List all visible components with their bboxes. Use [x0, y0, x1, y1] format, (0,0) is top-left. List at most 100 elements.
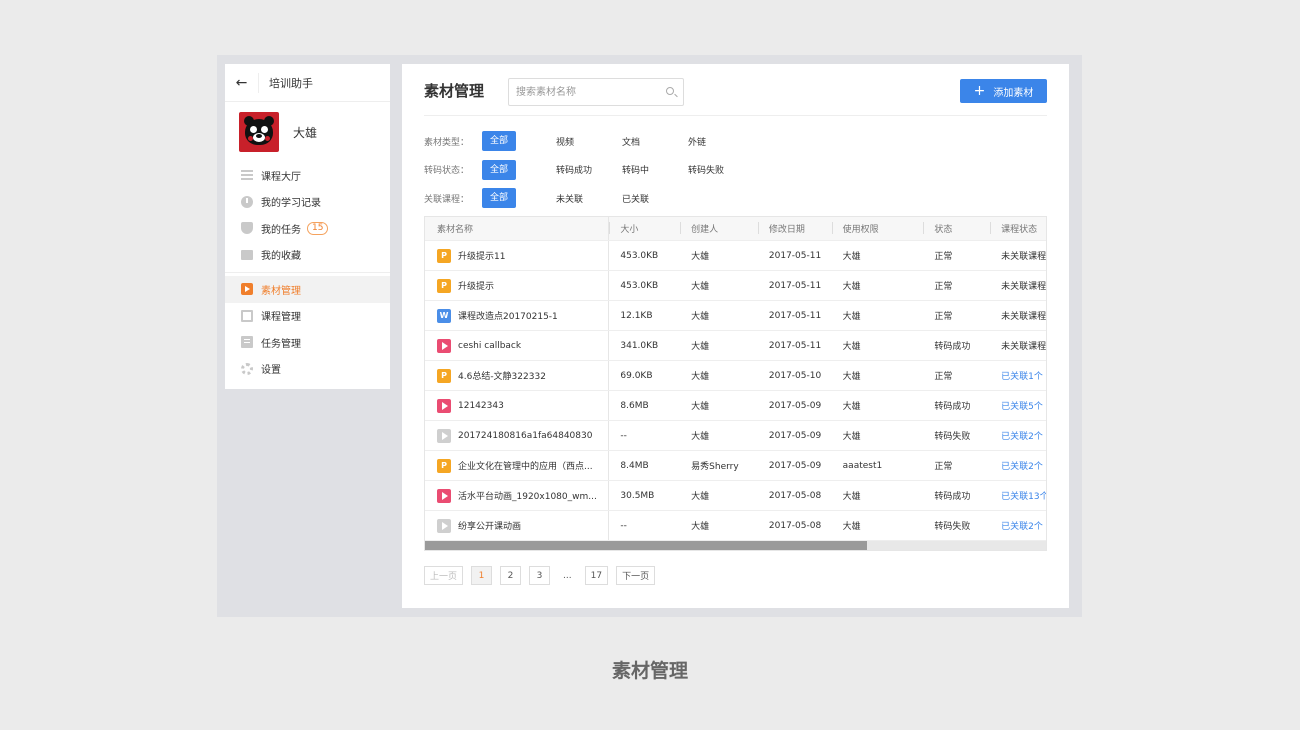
arrow-left-icon[interactable]: ←: [225, 72, 259, 93]
sidebar-item-my-tasks[interactable]: 我的任务 15: [225, 215, 390, 242]
cell-creator: 大雄: [691, 432, 710, 442]
column-header-course-status[interactable]: 课程状态: [990, 222, 1046, 235]
cell-creator: 大雄: [691, 492, 710, 502]
table-row[interactable]: 活水平台动画_1920x1080_wm... 30.5MB 大雄 2017-05-08…: [425, 481, 1046, 511]
cell-status: 转码失败: [934, 522, 971, 532]
table-body: P 升级提示11 453.0KB 大雄 2017-05-11 大雄 正常 未关联课程 P 升级提示…: [425, 241, 1046, 541]
filter-option[interactable]: 文档: [622, 135, 688, 148]
page-button[interactable]: 2: [500, 566, 522, 585]
filter-option[interactable]: 全部: [482, 159, 516, 180]
cell-course-status[interactable]: 已关联13个: [990, 489, 1046, 502]
divider: [225, 272, 390, 273]
table-row[interactable]: P 升级提示 453.0KB 大雄 2017-05-11 大雄 正常 未关联课程: [425, 271, 1046, 301]
ppt-file-icon: P: [437, 248, 451, 263]
table-row[interactable]: P 企业文化在管理中的应用（西点... 8.4MB 易秀Sherry 2017-05-0…: [425, 451, 1046, 481]
cell-date: 2017-05-11: [768, 250, 822, 261]
filter-option[interactable]: 全部: [482, 131, 516, 152]
sidebar-item-materials[interactable]: 素材管理: [225, 276, 390, 303]
folder-icon: [241, 249, 253, 260]
material-name-link[interactable]: 课程改造点20170215-1: [458, 309, 558, 322]
horizontal-scrollbar[interactable]: [425, 541, 1046, 550]
search-input[interactable]: [509, 79, 657, 105]
cell-size: 30.5MB: [620, 490, 655, 501]
filter-option[interactable]: 转码失败: [688, 163, 754, 176]
column-header-date[interactable]: 修改日期: [757, 222, 832, 235]
table-row[interactable]: 12142343 8.6MB 大雄 2017-05-09 大雄 转码成功 已关联5个: [425, 391, 1046, 421]
filter-option[interactable]: 未关联: [556, 192, 622, 205]
page-button[interactable]: 1: [471, 566, 493, 585]
sidebar-item-label: 我的学习记录: [261, 198, 321, 210]
material-name-link[interactable]: 升级提示11: [458, 249, 505, 262]
filter-option[interactable]: 外链: [688, 135, 754, 148]
sidebar-item-label: 设置: [261, 365, 281, 377]
cell-course-status: 未关联课程: [1001, 282, 1046, 292]
user-profile: 大雄: [225, 102, 390, 162]
filter-option[interactable]: 已关联: [622, 192, 688, 205]
material-name-link[interactable]: 12142343: [458, 401, 504, 411]
material-name-link[interactable]: 纷享公开课动画: [458, 519, 521, 532]
cell-date: 2017-05-08: [768, 520, 822, 531]
cell-course-status[interactable]: 已关联1个: [990, 369, 1046, 382]
column-header-name[interactable]: 素材名称: [425, 217, 610, 240]
sidebar-item-settings[interactable]: 设置: [225, 356, 390, 383]
material-name-link[interactable]: 升级提示: [458, 279, 494, 292]
cell-course-status[interactable]: 已关联2个: [990, 429, 1046, 442]
add-material-button[interactable]: + 添加素材: [960, 79, 1047, 103]
sidebar-item-course-hall[interactable]: 课程大厅: [225, 162, 390, 189]
sidebar: ← 培训助手 大雄 课程大厅 我的学习记录 我的任务 15 我的收藏 素材管理 课…: [225, 64, 390, 389]
ppt-file-icon: P: [437, 458, 451, 473]
material-name-link[interactable]: 活水平台动画_1920x1080_wm...: [458, 489, 597, 502]
page-button[interactable]: 17: [584, 566, 609, 585]
cell-course-status[interactable]: 已关联2个: [990, 459, 1046, 472]
filters: 素材类型： 全部 视频 文档 外链 转码状态： 全部 转码成功 转码中 转码失败…: [424, 127, 754, 213]
cell-course-status[interactable]: 已关联5个: [990, 399, 1046, 412]
table-row[interactable]: 201724180816a1fa64840830 -- 大雄 2017-05-09 大雄…: [425, 421, 1046, 451]
sidebar-item-study-record[interactable]: 我的学习记录: [225, 189, 390, 216]
table-row[interactable]: P 升级提示11 453.0KB 大雄 2017-05-11 大雄 正常 未关联课程: [425, 241, 1046, 271]
scrollbar-thumb[interactable]: [425, 541, 867, 550]
cell-name: 活水平台动画_1920x1080_wm...: [425, 481, 610, 510]
cell-course-status: 未关联课程: [1001, 312, 1046, 322]
cell-date: 2017-05-08: [768, 490, 822, 501]
column-header-status[interactable]: 状态: [923, 222, 990, 235]
filter-option[interactable]: 视频: [556, 135, 622, 148]
column-header-creator[interactable]: 创建人: [680, 222, 758, 235]
table-row[interactable]: 纷享公开课动画 -- 大雄 2017-05-08 大雄 转码失败 已关联2个: [425, 511, 1046, 541]
cell-creator: 大雄: [691, 522, 710, 532]
prev-page-button[interactable]: 上一页: [424, 566, 464, 585]
divider: [424, 115, 1047, 116]
cell-name: P 升级提示: [425, 271, 610, 300]
cell-size: 8.4MB: [620, 460, 649, 471]
sidebar-item-task-manage[interactable]: 任务管理: [225, 329, 390, 356]
cell-course-status[interactable]: 已关联2个: [990, 519, 1046, 532]
cell-size: 341.0KB: [620, 340, 659, 351]
cell-date: 2017-05-10: [768, 370, 822, 381]
filter-option[interactable]: 转码成功: [556, 163, 622, 176]
material-name-link[interactable]: 企业文化在管理中的应用（西点...: [458, 459, 593, 472]
cell-creator: 易秀Sherry: [691, 462, 739, 472]
column-header-permission[interactable]: 使用权限: [831, 222, 924, 235]
cell-size: 8.6MB: [620, 400, 649, 411]
sidebar-item-favorites[interactable]: 我的收藏: [225, 242, 390, 269]
search-icon[interactable]: [666, 87, 674, 95]
material-name-link[interactable]: 201724180816a1fa64840830: [458, 431, 592, 441]
sidebar-nav: 课程大厅 我的学习记录 我的任务 15 我的收藏 素材管理 课程管理 任务管理 设…: [225, 162, 390, 382]
filter-option[interactable]: 转码中: [622, 163, 688, 176]
cell-status: 转码失败: [934, 432, 971, 442]
table-row[interactable]: ceshi callback 341.0KB 大雄 2017-05-11 大雄 转码成功 未…: [425, 331, 1046, 361]
material-name-link[interactable]: 4.6总结-文静322332: [458, 369, 546, 382]
material-name-link[interactable]: ceshi callback: [458, 341, 521, 351]
table-row[interactable]: P 4.6总结-文静322332 69.0KB 大雄 2017-05-10 大雄 正常 已关联…: [425, 361, 1046, 391]
sidebar-item-label: 我的收藏: [261, 251, 301, 263]
sidebar-item-course-manage[interactable]: 课程管理: [225, 303, 390, 330]
page-button[interactable]: 3: [529, 566, 551, 585]
cell-permission: 大雄: [842, 252, 861, 262]
table-row[interactable]: W 课程改造点20170215-1 12.1KB 大雄 2017-05-11 大雄 正常 未关…: [425, 301, 1046, 331]
cell-permission: 大雄: [842, 402, 861, 412]
next-page-button[interactable]: 下一页: [616, 566, 656, 585]
column-header-size[interactable]: 大小: [609, 222, 680, 235]
cell-status: 正常: [934, 282, 953, 292]
avatar[interactable]: [239, 112, 279, 152]
filter-option[interactable]: 全部: [482, 188, 516, 209]
page-ellipsis: ...: [558, 566, 577, 585]
